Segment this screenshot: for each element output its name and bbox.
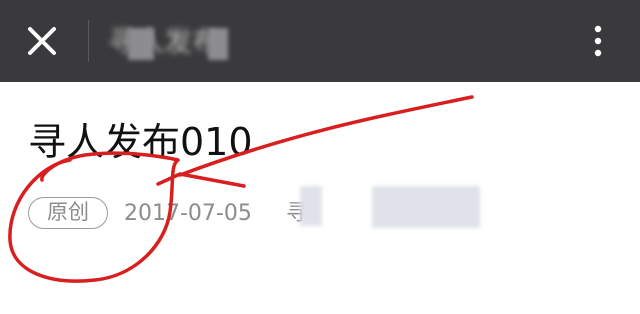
article-title: 寻人发布010 bbox=[28, 120, 253, 164]
blurred-region bbox=[208, 28, 228, 60]
top-navigation-bar: 寻人发布 bbox=[0, 0, 640, 82]
more-options-button[interactable] bbox=[584, 20, 612, 62]
blurred-region bbox=[372, 186, 480, 228]
publish-date: 2017-07-05 bbox=[124, 201, 252, 226]
blurred-region bbox=[300, 186, 322, 226]
close-icon bbox=[28, 27, 56, 55]
more-vertical-icon bbox=[594, 25, 602, 57]
blurred-region bbox=[128, 28, 154, 60]
original-badge: 原创 bbox=[28, 197, 108, 229]
topbar-divider bbox=[88, 20, 89, 62]
close-button[interactable] bbox=[22, 21, 62, 61]
